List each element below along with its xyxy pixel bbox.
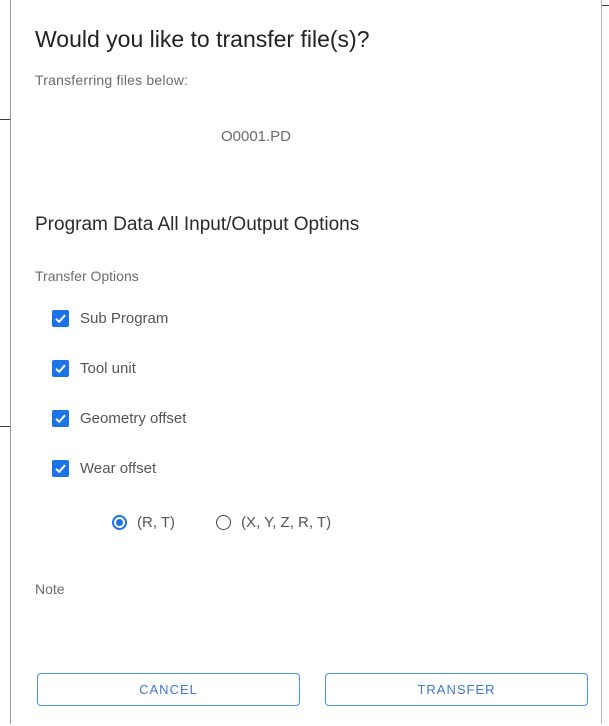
radio-selected-icon[interactable] — [112, 514, 127, 530]
background-edge — [602, 5, 609, 6]
checkbox-checked-icon[interactable] — [52, 309, 69, 327]
radio-option-r-t[interactable]: (R, T) — [112, 514, 175, 531]
checkbox-checked-icon[interactable] — [52, 409, 69, 427]
radio-label: (R, T) — [137, 513, 176, 531]
dialog-title: Would you like to transfer file(s)? — [35, 26, 370, 52]
radio-label: (X, Y, Z, R, T) — [241, 513, 332, 531]
background-edge — [0, 426, 10, 427]
wear-offset-format-radio-group: (R, T) (X, Y, Z, R, T) — [112, 511, 331, 533]
checkbox-checked-icon[interactable] — [52, 359, 69, 377]
note-label: Note — [35, 581, 65, 597]
checkbox-label: Tool unit — [80, 359, 136, 377]
dialog-subtitle: Transferring files below: — [35, 72, 189, 88]
cancel-button[interactable]: CANCEL — [37, 673, 300, 706]
checkbox-tool-unit[interactable]: Tool unit — [52, 358, 136, 378]
checkbox-label: Wear offset — [80, 459, 157, 477]
checkbox-label: Geometry offset — [80, 409, 187, 427]
transfer-button[interactable]: TRANSFER — [325, 673, 588, 706]
radio-unselected-icon[interactable] — [216, 514, 232, 530]
transfer-dialog: Would you like to transfer file(s)? Tran… — [10, 0, 602, 724]
checkbox-checked-icon[interactable] — [52, 459, 69, 477]
background-edge — [0, 119, 10, 120]
checkbox-sub-program[interactable]: Sub Program — [52, 308, 168, 328]
section-heading: Program Data All Input/Output Options — [35, 214, 360, 235]
checkbox-label: Sub Program — [80, 309, 169, 327]
checkbox-wear-offset[interactable]: Wear offset — [52, 458, 156, 478]
radio-option-x-y-z-r-t[interactable]: (X, Y, Z, R, T) — [216, 514, 331, 531]
file-name: O0001.PD — [220, 128, 292, 145]
checkbox-geometry-offset[interactable]: Geometry offset — [52, 408, 186, 428]
transfer-options-label: Transfer Options — [35, 268, 139, 284]
